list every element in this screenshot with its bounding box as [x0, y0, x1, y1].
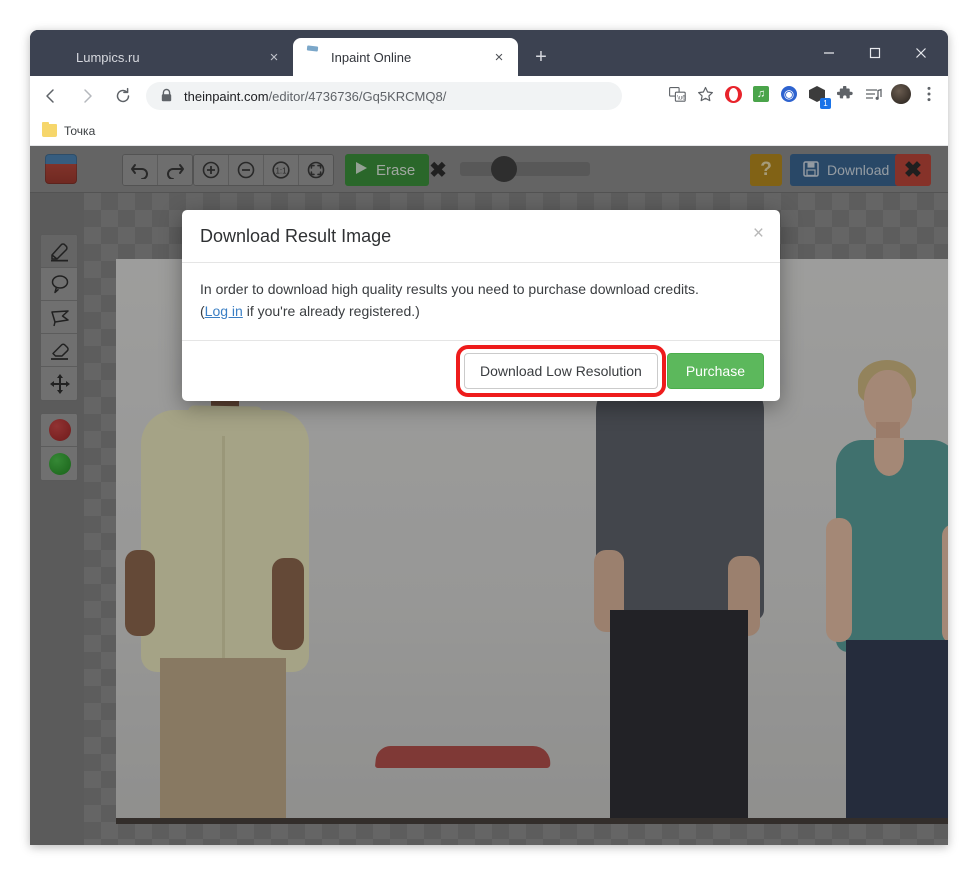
- music-icon[interactable]: ♫: [748, 81, 774, 107]
- download-result-modal: Download Result Image × In order to down…: [182, 210, 780, 402]
- purchase-button[interactable]: Purchase: [666, 353, 764, 390]
- body-suffix: if you're already registered.): [242, 302, 420, 319]
- url-text: theinpaint.com/editor/4736736/Gq5KRCMQ8/: [184, 89, 446, 104]
- box-badge: 1: [820, 98, 831, 109]
- globe-icon[interactable]: ◉: [776, 81, 802, 107]
- web-page-inpaint-editor: 1:1 Erase ✖ ? Download ✖ Download Result…: [30, 146, 948, 845]
- download-low-resolution-button[interactable]: Download Low Resolution: [463, 353, 658, 390]
- minimize-button[interactable]: [806, 38, 852, 68]
- reload-button[interactable]: [108, 81, 138, 111]
- browser-toolbar: theinpaint.com/editor/4736736/Gq5KRCMQ8/…: [30, 76, 948, 116]
- tab-title: Lumpics.ru: [76, 49, 140, 65]
- playlist-icon[interactable]: [860, 81, 886, 107]
- folder-icon: [42, 122, 57, 137]
- address-bar[interactable]: theinpaint.com/editor/4736736/Gq5KRCMQ8/: [146, 82, 622, 110]
- translate-icon[interactable]: \u6587: [664, 81, 690, 107]
- screenshot-root: Lumpics.ru × Inpaint Online × + theinpai…: [0, 0, 978, 875]
- inpaint-icon: [305, 49, 321, 65]
- padlock-icon: [160, 88, 176, 104]
- toolbar-icons: \u6587 ♫ ◉ 1: [664, 81, 942, 109]
- close-icon[interactable]: ×: [488, 46, 510, 68]
- bookmark-star-icon[interactable]: [692, 81, 718, 107]
- maximize-button[interactable]: [852, 38, 898, 68]
- modal-body-line2: (Log in if you're already registered.): [200, 301, 762, 323]
- tab-strip: Lumpics.ru × Inpaint Online × +: [30, 30, 948, 76]
- box-icon[interactable]: 1: [804, 81, 831, 109]
- log-in-link[interactable]: Log in: [205, 303, 243, 319]
- tab-lumpics[interactable]: Lumpics.ru ×: [38, 38, 293, 76]
- opera-icon[interactable]: [720, 81, 746, 107]
- puzzle-extensions-icon[interactable]: [832, 81, 858, 107]
- modal-body-line1: In order to download high quality result…: [200, 281, 699, 297]
- modal-body: In order to download high quality result…: [182, 263, 780, 342]
- tab-inpaint-online[interactable]: Inpaint Online ×: [293, 38, 518, 76]
- bookmark-label: Точка: [64, 123, 96, 138]
- new-tab-button[interactable]: +: [528, 44, 554, 70]
- url-host: theinpaint.com: [184, 88, 269, 104]
- tab-title: Inpaint Online: [331, 49, 412, 65]
- browser-window: Lumpics.ru × Inpaint Online × + theinpai…: [30, 30, 948, 845]
- chrome-menu-icon[interactable]: [916, 81, 942, 107]
- window-controls: [806, 38, 944, 68]
- forward-button[interactable]: [72, 81, 102, 111]
- close-icon[interactable]: ×: [263, 46, 285, 68]
- modal-header: Download Result Image ×: [182, 210, 780, 263]
- svg-text:\u6587: \u6587: [677, 95, 686, 101]
- bookmark-item[interactable]: Точка: [42, 122, 96, 138]
- back-button[interactable]: [36, 81, 66, 111]
- close-window-button[interactable]: [898, 38, 944, 68]
- profile-avatar-icon[interactable]: [888, 81, 914, 107]
- download-low-wrapper: Download Low Resolution: [455, 345, 666, 398]
- modal-close-icon[interactable]: ×: [753, 224, 764, 243]
- orange-circle-icon: [50, 49, 66, 65]
- modal-title: Download Result Image: [200, 226, 392, 246]
- url-path: /editor/4736736/Gq5KRCMQ8/: [268, 88, 447, 104]
- modal-footer: Download Low Resolution Purchase: [182, 341, 780, 401]
- bookmarks-bar: Точка: [30, 116, 948, 146]
